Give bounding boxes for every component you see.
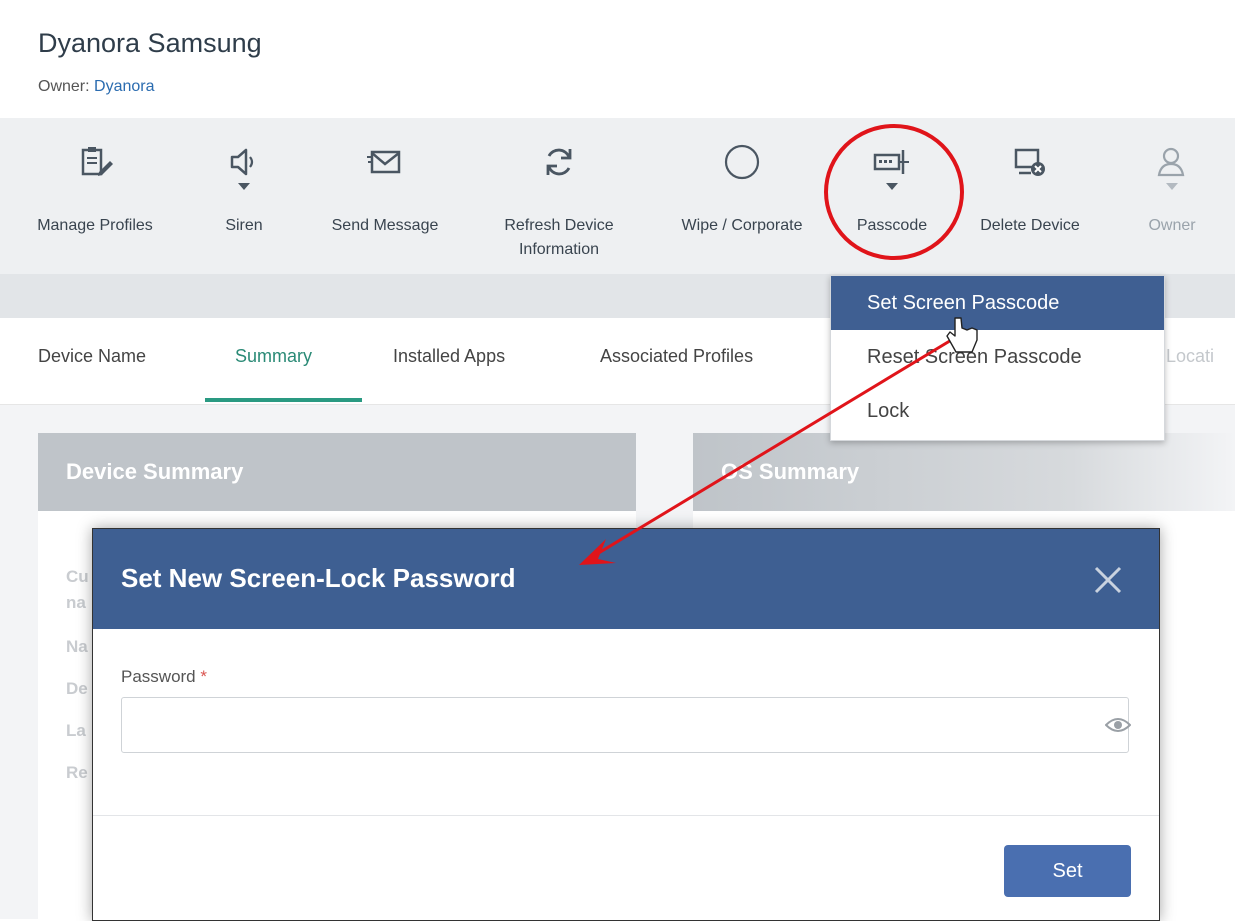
set-button[interactable]: Set xyxy=(1004,845,1131,897)
summary-row-fragment: De xyxy=(66,679,88,698)
owner-button[interactable]: Owner xyxy=(1124,118,1220,274)
owner-line: Owner: Dyanora xyxy=(38,78,155,96)
menu-item-lock[interactable]: Lock xyxy=(831,384,1164,438)
password-label: Password * xyxy=(121,667,207,686)
device-header: Dyanora Samsung Owner: Dyanora xyxy=(0,0,1235,118)
siren-label: Siren xyxy=(225,217,263,234)
card-header: Device Summary xyxy=(38,433,636,511)
card-title: OS Summary xyxy=(721,459,860,484)
owner-link[interactable]: Dyanora xyxy=(94,78,154,95)
owner-label: Owner: xyxy=(38,78,90,95)
summary-row-fragment: La xyxy=(66,721,86,740)
menu-item-reset-screen-passcode[interactable]: Reset Screen Passcode xyxy=(831,330,1164,384)
send-message-button[interactable]: Send Message xyxy=(312,118,458,274)
tab-summary[interactable]: Summary xyxy=(235,346,312,367)
menu-item-set-screen-passcode[interactable]: Set Screen Passcode xyxy=(831,276,1164,330)
owner-label: Owner xyxy=(1148,217,1196,234)
tab-installed-apps[interactable]: Installed Apps xyxy=(393,346,505,367)
send-message-label: Send Message xyxy=(331,217,439,234)
refresh-device-label: Refresh Device Information xyxy=(504,217,614,258)
device-action-toolbar: Manage Profiles Siren Send Message Refre… xyxy=(0,118,1235,274)
card-header: OS Summary xyxy=(693,433,1235,511)
manage-profiles-button[interactable]: Manage Profiles xyxy=(18,118,172,274)
summary-row-fragment: Na xyxy=(66,637,88,656)
refresh-device-button[interactable]: Refresh Device Information xyxy=(486,118,632,274)
delete-device-label: Delete Device xyxy=(980,217,1080,234)
summary-row-fragment: Cu xyxy=(66,567,89,586)
manage-profiles-label: Manage Profiles xyxy=(37,217,153,234)
delete-device-button[interactable]: Delete Device xyxy=(962,118,1098,274)
envelope-icon xyxy=(365,142,405,182)
tab-location[interactable]: Locati xyxy=(1166,346,1214,367)
required-asterisk: * xyxy=(200,667,207,686)
tab-device-name[interactable]: Device Name xyxy=(38,346,146,367)
set-password-dialog: Set New Screen-Lock Password Password * … xyxy=(92,528,1160,921)
chevron-down-icon xyxy=(1166,183,1178,190)
eye-icon[interactable] xyxy=(1104,715,1132,735)
wipe-corporate-label: Wipe / Corporate xyxy=(681,217,803,234)
page-title: Dyanora Samsung xyxy=(38,28,262,58)
speaker-icon xyxy=(224,142,264,182)
siren-button[interactable]: Siren xyxy=(204,118,284,274)
active-tab-indicator xyxy=(205,398,362,402)
close-icon[interactable] xyxy=(1093,565,1123,595)
dialog-header: Set New Screen-Lock Password xyxy=(93,529,1159,629)
chevron-down-icon xyxy=(238,183,250,190)
passcode-highlight-circle xyxy=(824,124,964,260)
password-field[interactable] xyxy=(121,697,1129,753)
card-title: Device Summary xyxy=(66,459,244,484)
wipe-corporate-button[interactable]: Wipe / Corporate xyxy=(662,118,822,274)
dialog-divider xyxy=(93,815,1159,816)
dialog-title: Set New Screen-Lock Password xyxy=(121,563,516,593)
tab-associated-profiles[interactable]: Associated Profiles xyxy=(600,346,753,367)
summary-row-fragment: na xyxy=(66,593,86,612)
owner-icon xyxy=(1152,142,1192,182)
manage-profiles-icon xyxy=(75,142,115,182)
refresh-icon xyxy=(539,142,579,182)
summary-row-fragment: Re xyxy=(66,763,88,782)
delete-device-icon xyxy=(1010,142,1050,182)
passcode-menu: Set Screen Passcode Reset Screen Passcod… xyxy=(830,275,1165,441)
circle-icon xyxy=(722,142,762,182)
